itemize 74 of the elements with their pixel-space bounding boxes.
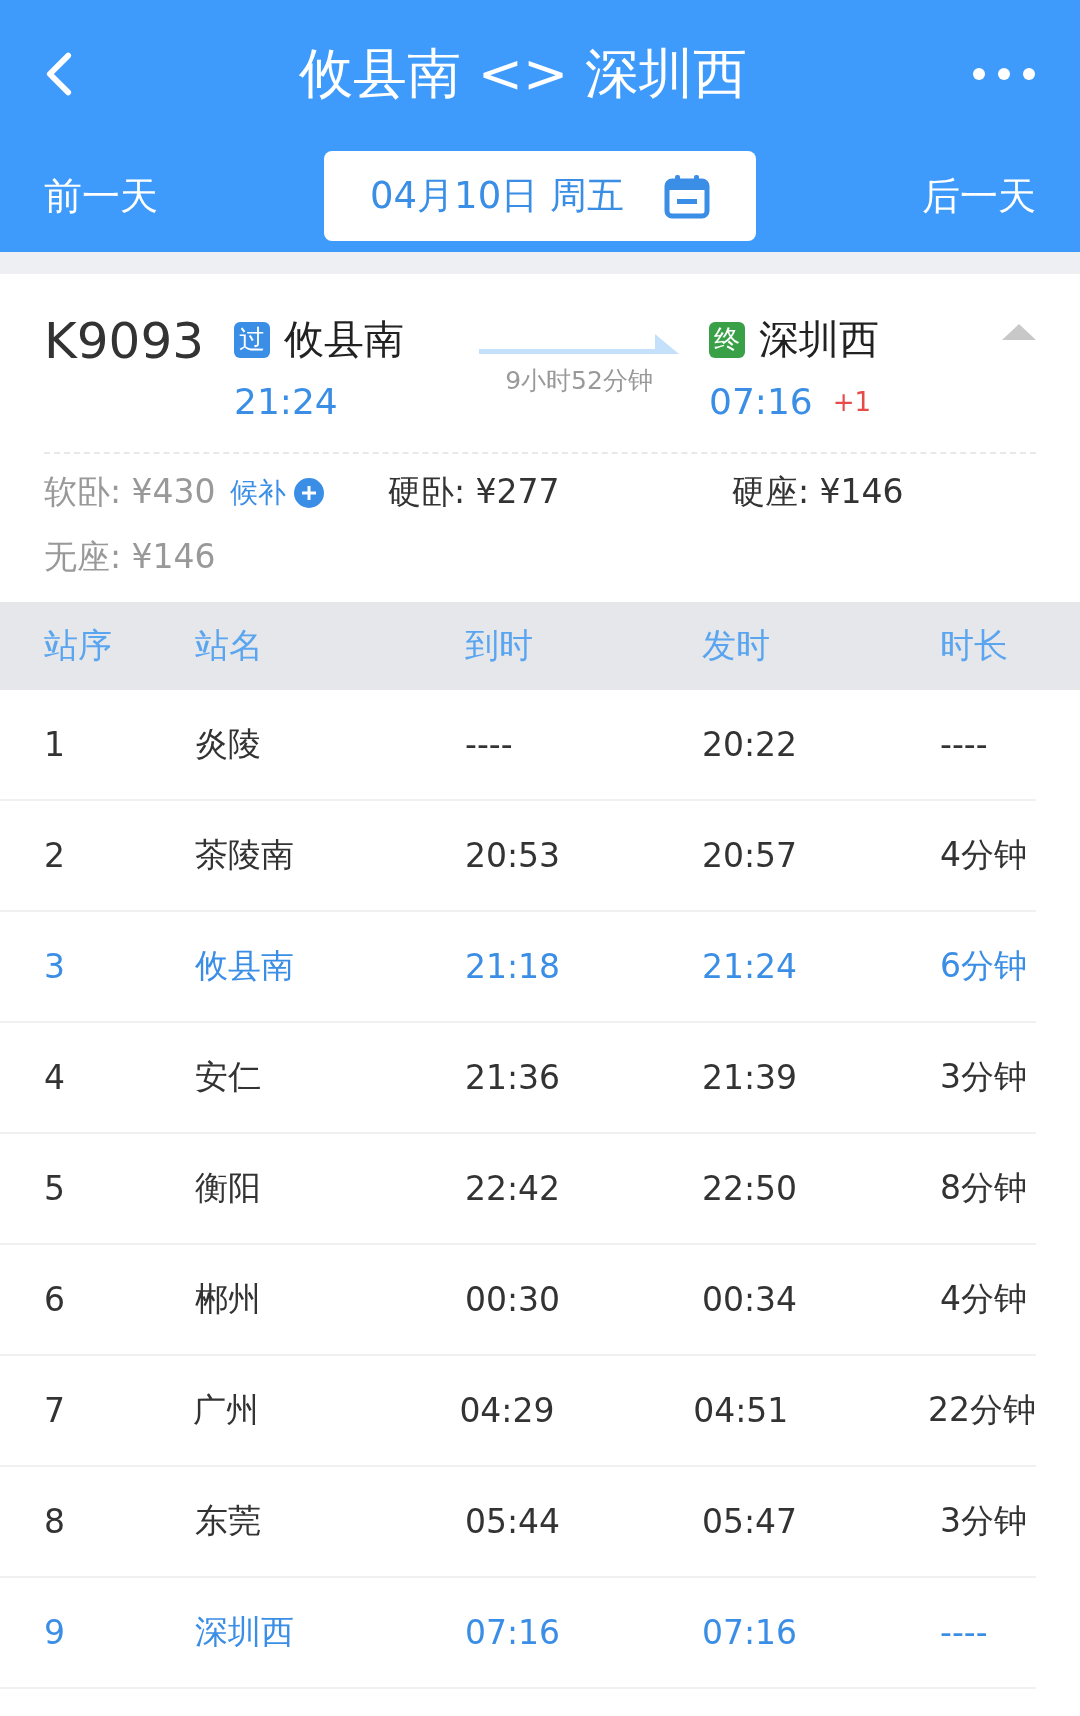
back-icon[interactable]	[44, 51, 74, 97]
table-cell-text: 22分钟	[928, 1389, 1036, 1431]
seat-price: 硬卧: ¥277	[388, 471, 560, 513]
table-cell-text: 3分钟	[940, 1500, 1027, 1542]
table-cell-text: 攸县南	[195, 945, 295, 987]
stop-badge: 过	[234, 321, 270, 358]
table-cell-text: 深圳西	[195, 1611, 295, 1653]
departure-time: 21:24	[234, 381, 339, 422]
table-cell-text: 00:34	[702, 1280, 799, 1319]
table-cell-text: 4分钟	[940, 1278, 1027, 1320]
train-number: K9093	[44, 312, 206, 370]
column-header: 到时	[465, 624, 534, 667]
plus-icon	[293, 477, 324, 508]
stop-badge: 终	[709, 321, 745, 358]
date-picker[interactable]: 04月10日 周五	[324, 151, 756, 241]
table-cell-text: 21:36	[465, 1058, 562, 1097]
table-cell-text: 茶陵南	[195, 834, 295, 876]
table-cell-text: 05:44	[465, 1502, 562, 1541]
table-cell-text: 20:57	[702, 836, 799, 875]
table-cell-text: 广州	[193, 1389, 260, 1431]
table-cell-text: 安仁	[195, 1056, 262, 1098]
table-cell-text: 4分钟	[940, 834, 1027, 876]
page-title: 攸县南 <> 深圳西	[298, 40, 748, 107]
table-cell-text: 21:39	[702, 1058, 799, 1097]
table-cell-text: 04:29	[459, 1391, 556, 1430]
seat-price: 无座: ¥146	[44, 536, 216, 578]
column-header: 时长	[940, 624, 1008, 667]
table-cell: ----	[940, 725, 988, 764]
table-cell-text: 3分钟	[940, 1056, 1027, 1098]
column-header: 站序	[44, 624, 113, 667]
column-header: 发时	[702, 624, 771, 667]
table-cell-text: 6分钟	[940, 945, 1027, 987]
table-cell-text: 8	[44, 1502, 66, 1541]
more-icon[interactable]	[972, 67, 1036, 81]
calendar-icon	[663, 173, 710, 219]
collapse-caret-icon[interactable]	[1002, 324, 1036, 340]
table-cell-text: 22:50	[702, 1169, 799, 1208]
table-cell-text: 9	[44, 1613, 66, 1652]
table-cell-text: 20:53	[465, 836, 562, 875]
table-cell-text: 炎陵	[195, 723, 262, 765]
table-cell-text: 5	[44, 1169, 66, 1208]
table-cell-text: 8分钟	[940, 1167, 1027, 1209]
table-cell-text: ----	[465, 725, 514, 764]
table-cell-text: 20:22	[702, 725, 799, 764]
table-cell-text: 04:51	[693, 1391, 790, 1430]
table-cell-text: 郴州	[195, 1278, 262, 1320]
arrival-station: 深圳西	[759, 315, 879, 364]
table-cell-text: 07:16	[465, 1613, 562, 1652]
waitlist-button[interactable]: 候补	[229, 473, 324, 512]
seat-price: 软卧: ¥430	[44, 471, 216, 513]
table-cell-text: 2	[44, 836, 66, 875]
next-day-button[interactable]: 后一天	[922, 170, 1036, 222]
table-cell-text: 21:24	[702, 947, 799, 986]
table-cell-text: 7	[44, 1391, 66, 1430]
table-cell-text: 6	[44, 1280, 66, 1319]
table-cell-text: 4	[44, 1058, 66, 1097]
arrival-time: 07:16	[709, 381, 813, 422]
previous-day-button[interactable]: 前一天	[44, 170, 158, 222]
next-day-mark: +1	[832, 386, 872, 417]
table-cell-text: 3	[44, 947, 66, 986]
departure-station: 攸县南	[284, 315, 404, 364]
table-cell-text: 05:47	[702, 1502, 799, 1541]
table-cell-text: 07:16	[702, 1613, 799, 1652]
table-cell-text: 00:30	[465, 1280, 562, 1319]
table-cell: ----	[940, 1613, 988, 1652]
seat-price: 硬座: ¥146	[732, 471, 904, 513]
table-cell-text: 22:42	[465, 1169, 562, 1208]
column-header: 站名	[195, 624, 264, 667]
table-cell-text: 21:18	[465, 947, 562, 986]
table-cell-text: 东莞	[195, 1500, 262, 1542]
table-cell-text: 衡阳	[195, 1167, 262, 1209]
date-text: 04月10日 周五	[370, 173, 624, 219]
table-cell-text: 1	[44, 725, 66, 764]
travel-duration: 9小时52分钟	[505, 365, 653, 397]
